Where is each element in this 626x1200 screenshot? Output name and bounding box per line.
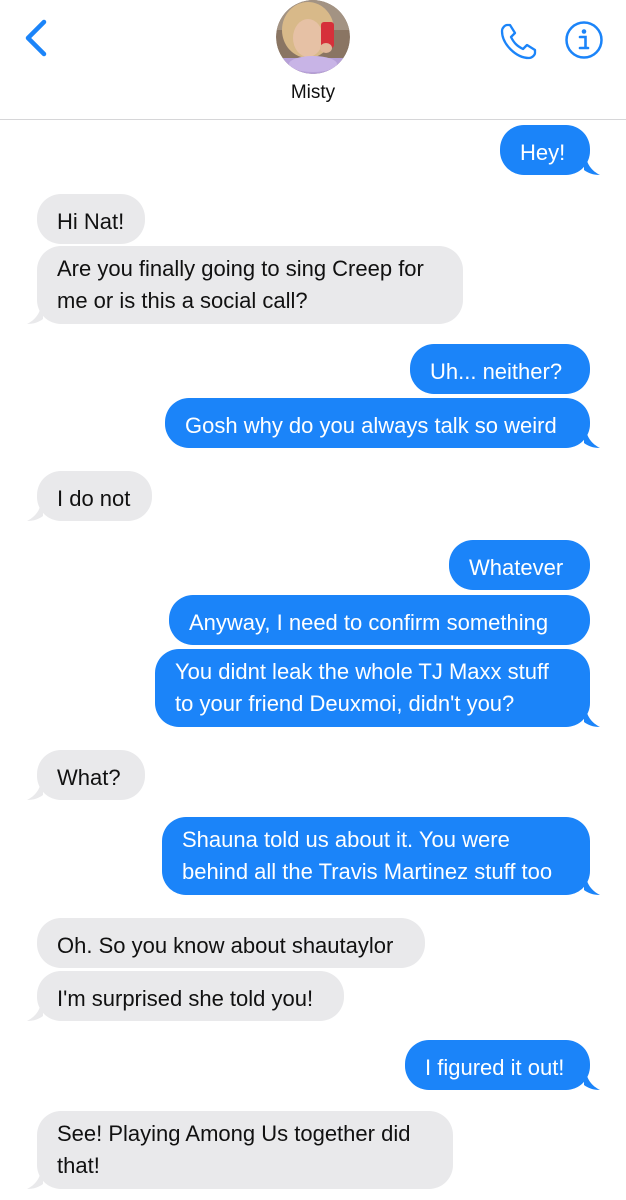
message-text: What?	[57, 765, 121, 790]
incoming-bubble-tail	[27, 779, 43, 800]
message-text-line: Are you finally going to sing Creep for	[57, 256, 424, 281]
contact-name[interactable]: Misty	[0, 82, 626, 104]
incoming-message[interactable]: Are you finally going to sing Creep for m…	[37, 246, 463, 324]
message-text: Hi Nat!	[57, 209, 125, 234]
outgoing-bubble-tail	[584, 427, 600, 448]
message-text: I do not	[57, 486, 131, 511]
message-text: Whatever	[469, 555, 564, 580]
message-text: I'm surprised she told you!	[57, 986, 314, 1011]
outgoing-message[interactable]: Uh... neither?	[410, 344, 590, 394]
message-text: Oh. So you know about shautaylor	[57, 933, 394, 958]
back-button[interactable]	[18, 18, 54, 58]
message-text-line: me or is this a social call?	[57, 288, 308, 313]
incoming-bubble-tail	[27, 303, 43, 324]
outgoing-bubble-tail	[584, 706, 600, 727]
message-text: Uh... neither?	[430, 359, 563, 384]
outgoing-message[interactable]: You didnt leak the whole TJ Maxx stuff to…	[155, 649, 590, 727]
message-text-line: See! Playing Among Us together did	[57, 1121, 411, 1146]
outgoing-bubble-tail	[584, 154, 600, 175]
incoming-message[interactable]: I do not	[37, 471, 152, 521]
outgoing-message[interactable]: Hey!	[500, 125, 590, 175]
incoming-bubble-tail	[27, 1168, 43, 1189]
incoming-message[interactable]: Hi Nat!	[37, 194, 145, 244]
message-text-line: Shauna told us about it. You were	[182, 827, 510, 852]
outgoing-bubble-tail	[584, 874, 600, 895]
message-text-line: to your friend Deuxmoi, didn't you?	[175, 691, 515, 716]
message-text-line: You didnt leak the whole TJ Maxx stuff	[175, 659, 549, 684]
message-text: Hey!	[520, 140, 566, 165]
incoming-message[interactable]: Oh. So you know about shautaylor	[37, 918, 425, 968]
message-text-line: behind all the Travis Martinez stuff too	[182, 859, 553, 884]
message-text: Anyway, I need to confirm something	[189, 610, 549, 635]
incoming-message[interactable]: I'm surprised she told you!	[37, 971, 344, 1021]
message-thread[interactable]: Hey! Hi Nat! Are you finally going to sing…	[0, 120, 626, 1200]
incoming-message[interactable]: What?	[37, 750, 145, 800]
message-text-line: that!	[57, 1153, 100, 1178]
message-text: Gosh why do you always talk so weird	[185, 413, 557, 438]
outgoing-message[interactable]: Gosh why do you always talk so weird	[165, 398, 590, 448]
outgoing-bubble-tail	[584, 1069, 600, 1090]
info-button[interactable]	[563, 19, 605, 61]
call-button[interactable]	[498, 20, 540, 62]
outgoing-message[interactable]: Whatever	[449, 540, 590, 590]
outgoing-message[interactable]: I figured it out!	[405, 1040, 590, 1090]
info-icon	[565, 21, 603, 59]
chevron-left-icon	[25, 19, 47, 57]
outgoing-message[interactable]: Shauna told us about it. You were behind …	[162, 817, 590, 895]
outgoing-message[interactable]: Anyway, I need to confirm something	[169, 595, 590, 645]
contact-avatar[interactable]	[276, 0, 350, 74]
incoming-bubble-tail	[27, 500, 43, 521]
phone-icon	[500, 23, 537, 60]
conversation-header: Misty	[0, 0, 626, 120]
incoming-bubble-tail	[27, 1000, 43, 1021]
incoming-message[interactable]: See! Playing Among Us together did that!	[37, 1111, 453, 1189]
message-text: I figured it out!	[425, 1055, 565, 1080]
messages-screen: Misty Hey! Hi Nat! Are you finally going t…	[0, 0, 626, 1200]
